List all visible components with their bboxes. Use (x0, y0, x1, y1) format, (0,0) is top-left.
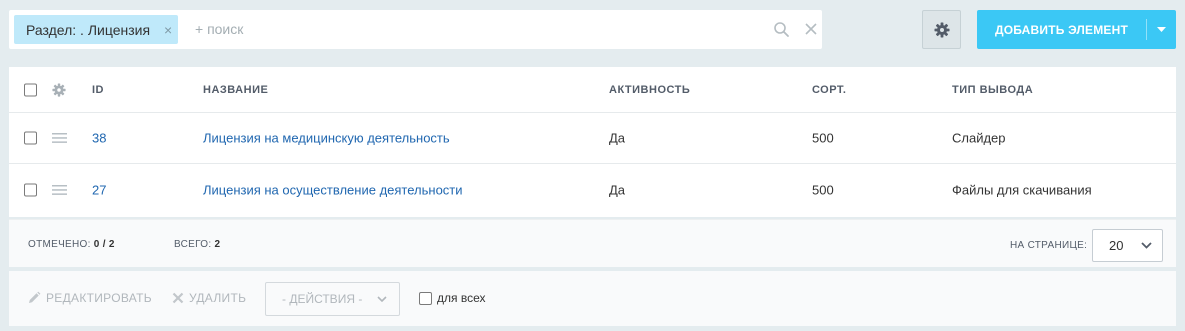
search-input[interactable]: + поиск (195, 21, 243, 37)
column-settings-gear-icon[interactable] (52, 82, 66, 97)
group-actions-select[interactable]: - ДЕЙСТВИЯ - (265, 282, 400, 316)
drag-handle-icon[interactable] (52, 184, 67, 195)
chevron-down-icon (377, 296, 387, 302)
table-row[interactable]: 27 Лицензия на осуществление деятельност… (9, 164, 1176, 215)
for-all-option[interactable]: для всех (419, 291, 486, 305)
row-active: Да (609, 182, 626, 197)
chevron-down-icon (1157, 26, 1166, 32)
row-id[interactable]: 38 (92, 131, 106, 146)
settings-button[interactable] (922, 10, 961, 49)
table-row[interactable]: 38 Лицензия на медицинскую деятельность … (9, 113, 1176, 164)
delete-button[interactable]: УДАЛИТЬ (172, 291, 246, 305)
edit-label: РЕДАКТИРОВАТЬ (46, 291, 152, 305)
checked-label: ОТМЕЧЕНО: (28, 239, 91, 250)
filter-tag-label: Раздел: . Лицензия (26, 21, 151, 38)
total-counter: ВСЕГО: 2 (174, 239, 220, 250)
add-element-dropdown-toggle[interactable] (1147, 26, 1176, 33)
gear-icon (934, 22, 949, 37)
column-header-id[interactable]: ID (92, 84, 104, 96)
filter-tag-section[interactable]: Раздел: . Лицензия × (14, 15, 179, 44)
drag-handle-icon[interactable] (52, 133, 67, 143)
row-id[interactable]: 27 (92, 182, 106, 197)
row-type: Слайдер (952, 130, 1006, 146)
column-header-active[interactable]: АКТИВНОСТЬ (609, 84, 690, 96)
edit-button[interactable]: РЕДАКТИРОВАТЬ (27, 291, 152, 305)
column-header-sort[interactable]: СОРТ. (812, 84, 846, 96)
search-icon[interactable] (773, 21, 790, 38)
filter-tag-close-icon[interactable]: × (164, 22, 172, 38)
pencil-icon (29, 291, 41, 303)
clear-icon[interactable] (803, 21, 819, 37)
total-value: 2 (214, 239, 221, 250)
add-element-label: ДОБАВИТЬ ЭЛЕМЕНТ (995, 22, 1128, 37)
checked-counter: ОТМЕЧЕНО: 0 / 2 (28, 239, 115, 250)
column-header-name[interactable]: НАЗВАНИЕ (203, 84, 268, 96)
elements-grid: ID НАЗВАНИЕ АКТИВНОСТЬ СОРТ. ТИП ВЫВОДА … (9, 67, 1176, 217)
close-icon (172, 292, 184, 304)
row-type: Файлы для скачивания (952, 182, 1092, 197)
checked-value: 0 / 2 (93, 239, 115, 250)
row-checkbox[interactable] (24, 183, 37, 196)
row-sort: 500 (812, 130, 834, 146)
filter-search-bar[interactable]: Раздел: . Лицензия × + поиск (9, 10, 822, 49)
for-all-label: для всех (437, 291, 486, 305)
grid-header-row: ID НАЗВАНИЕ АКТИВНОСТЬ СОРТ. ТИП ВЫВОДА (9, 67, 1176, 113)
per-page-label: НА СТРАНИЦЕ: (1010, 240, 1088, 251)
row-name-link[interactable]: Лицензия на медицинскую деятельность (203, 131, 450, 146)
row-checkbox[interactable] (24, 131, 37, 145)
total-label: ВСЕГО: (174, 239, 212, 250)
delete-label: УДАЛИТЬ (189, 291, 247, 305)
for-all-checkbox[interactable] (419, 291, 432, 305)
row-name-link[interactable]: Лицензия на осуществление деятельности (203, 182, 463, 197)
per-page-select[interactable]: 20 (1092, 229, 1163, 262)
add-element-button[interactable]: ДОБАВИТЬ ЭЛЕМЕНТ (977, 10, 1176, 49)
per-page-value: 20 (1109, 238, 1124, 253)
group-actions-bar: РЕДАКТИРОВАТЬ УДАЛИТЬ - ДЕЙСТВИЯ - для в… (9, 271, 1176, 326)
column-header-type[interactable]: ТИП ВЫВОДА (952, 84, 1033, 96)
group-actions-value: - ДЕЙСТВИЯ - (282, 292, 363, 306)
select-all-checkbox[interactable] (24, 83, 37, 96)
row-sort: 500 (812, 182, 834, 197)
chevron-down-icon (1141, 242, 1152, 249)
grid-summary-bar: ОТМЕЧЕНО: 0 / 2 ВСЕГО: 2 НА СТРАНИЦЕ: 20 (9, 219, 1176, 267)
row-active: Да (609, 130, 626, 146)
